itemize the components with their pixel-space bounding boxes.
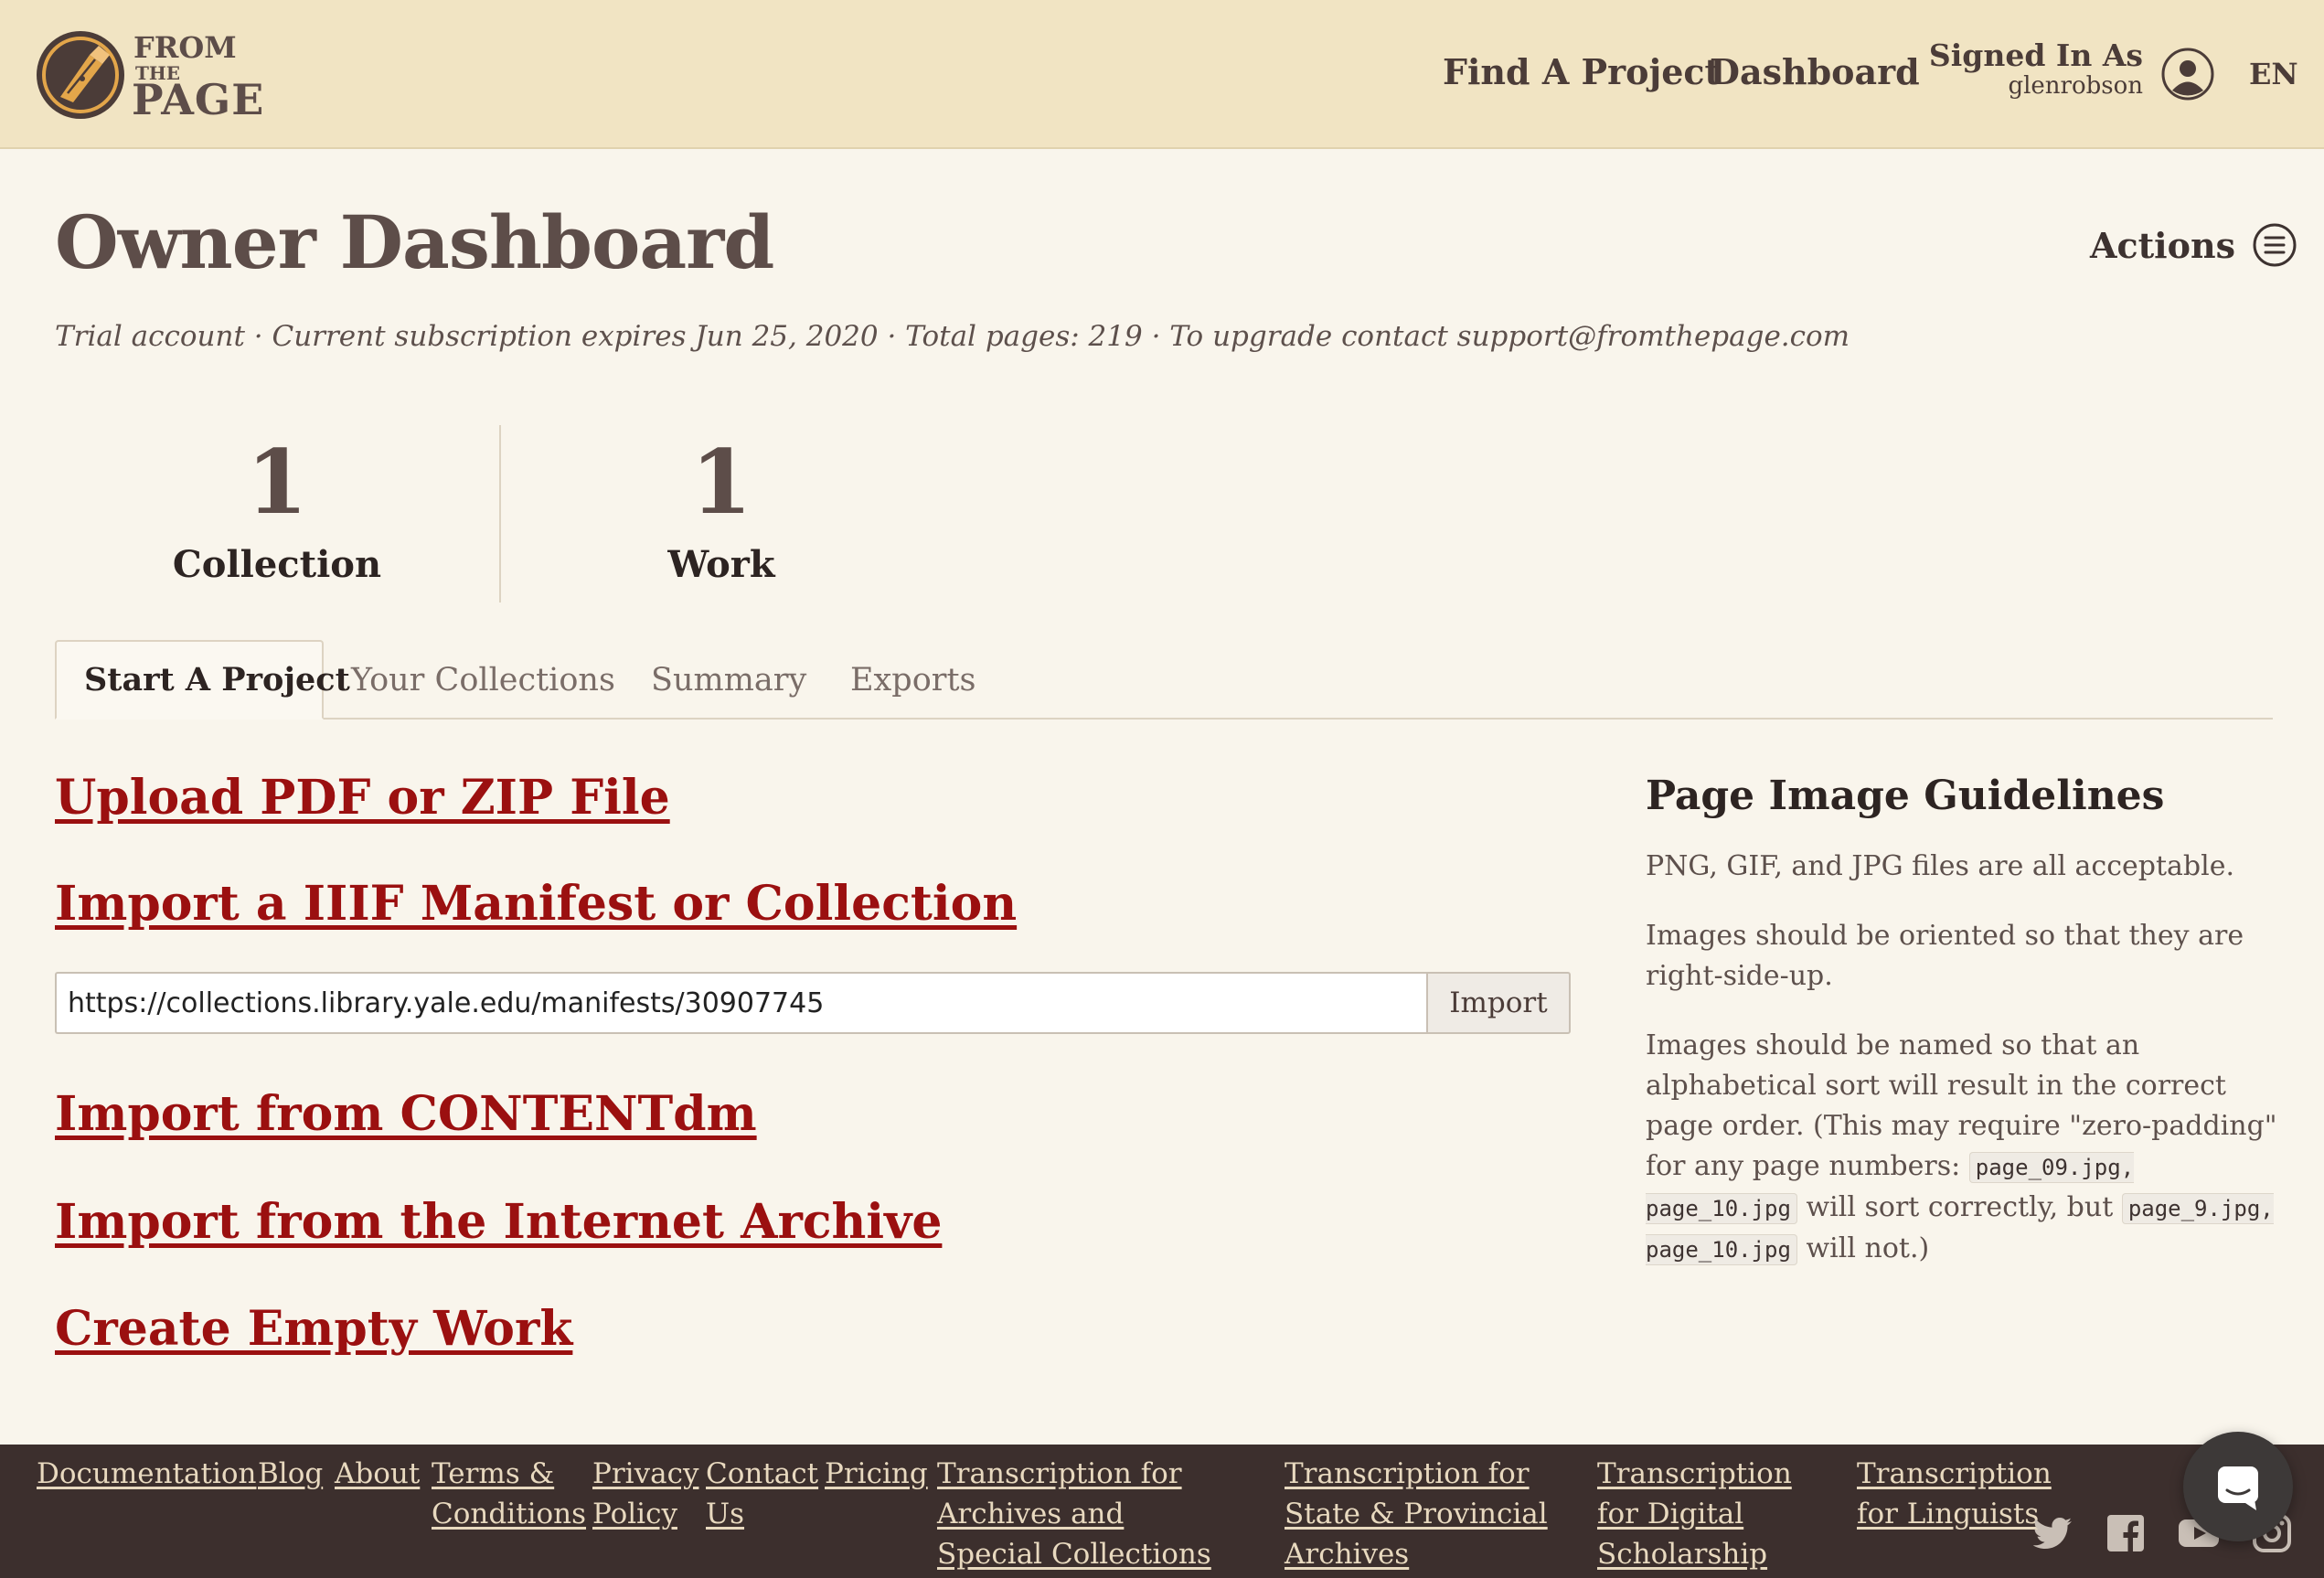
iiif-url-input[interactable] xyxy=(55,972,1426,1034)
create-empty-work-link[interactable]: Create Empty Work xyxy=(55,1301,572,1357)
guidelines-naming-text-2: will sort correctly, but xyxy=(1806,1191,2114,1223)
upload-pdf-zip-link[interactable]: Upload PDF or ZIP File xyxy=(55,770,670,826)
subscription-info: Trial account · Current subscription exp… xyxy=(55,320,1850,353)
nav-dashboard[interactable]: Dashboard xyxy=(1710,51,1920,92)
twitter-icon[interactable] xyxy=(2030,1510,2075,1556)
iiif-import-form: Import xyxy=(55,972,1571,1034)
pen-nib-logo-icon xyxy=(37,31,124,119)
stat-value: 1 xyxy=(246,431,308,534)
page-image-guidelines: Page Image Guidelines PNG, GIF, and JPG … xyxy=(1646,773,2286,1299)
chat-bubble-icon xyxy=(2218,1466,2258,1510)
language-selector[interactable]: EN xyxy=(2249,57,2298,91)
footer-about-link[interactable]: About xyxy=(335,1454,420,1494)
hamburger-circle-icon xyxy=(2253,223,2297,267)
import-internet-archive-link[interactable]: Import from the Internet Archive xyxy=(55,1194,942,1250)
footer-blog-link[interactable]: Blog xyxy=(258,1454,323,1494)
footer-archives-link[interactable]: Transcription for Archives and Special C… xyxy=(937,1454,1230,1574)
actions-menu-button[interactable]: Actions xyxy=(2090,219,2297,271)
stat-works: 1 Work xyxy=(499,431,943,587)
site-footer: Documentation Blog About Terms & Conditi… xyxy=(0,1445,2324,1578)
import-button[interactable]: Import xyxy=(1426,972,1571,1034)
guidelines-title: Page Image Guidelines xyxy=(1646,773,2165,819)
footer-state-archives-link[interactable]: Transcription for State & Provincial Arc… xyxy=(1285,1454,1586,1574)
stat-value: 1 xyxy=(690,431,752,534)
tab-your-collections[interactable]: Your Collections xyxy=(324,640,643,720)
site-logo[interactable]: FROM THE PAGE xyxy=(35,27,291,124)
page-title: Owner Dashboard xyxy=(55,199,774,285)
guidelines-naming-text: Images should be named so that an alphab… xyxy=(1646,1029,2277,1182)
signed-in-info[interactable]: Signed In As glenrobson xyxy=(1929,38,2143,100)
footer-privacy-link[interactable]: Privacy Policy xyxy=(592,1454,698,1534)
footer-terms-link[interactable]: Terms & Conditions xyxy=(432,1454,586,1534)
chat-launcher-button[interactable] xyxy=(2183,1432,2293,1541)
import-contentdm-link[interactable]: Import from CONTENTdm xyxy=(55,1086,757,1142)
stat-label: Work xyxy=(667,543,775,586)
logo-from: FROM xyxy=(133,30,237,65)
stat-collections: 1 Collection xyxy=(55,431,499,587)
guidelines-naming: Images should be named so that an alphab… xyxy=(1646,1026,2286,1270)
stat-label: Collection xyxy=(172,543,382,586)
footer-pricing-link[interactable]: Pricing xyxy=(825,1454,928,1494)
import-iiif-link[interactable]: Import a IIIF Manifest or Collection xyxy=(55,876,1017,932)
footer-documentation-link[interactable]: Documentation xyxy=(37,1454,257,1494)
signed-in-label: Signed In As xyxy=(1928,37,2143,73)
footer-contact-link[interactable]: Contact Us xyxy=(706,1454,818,1534)
guidelines-naming-text-3: will not.) xyxy=(1806,1232,1930,1264)
nav-find-project[interactable]: Find A Project xyxy=(1443,51,1721,92)
footer-digital-scholarship-link[interactable]: Transcription for Digital Scholarship xyxy=(1597,1454,1835,1574)
site-header: FROM THE PAGE Find A Project Dashboard S… xyxy=(0,0,2324,149)
tab-summary[interactable]: Summary xyxy=(624,640,834,720)
guidelines-formats: PNG, GIF, and JPG files are all acceptab… xyxy=(1646,850,2234,882)
tab-start-a-project[interactable]: Start A Project xyxy=(55,640,350,720)
signed-in-username: glenrobson xyxy=(2008,71,2143,100)
user-avatar-icon[interactable] xyxy=(2161,48,2214,101)
actions-label: Actions xyxy=(2090,224,2235,266)
facebook-icon[interactable] xyxy=(2103,1510,2148,1556)
guidelines-orientation: Images should be oriented so that they a… xyxy=(1646,920,2244,992)
footer-linguists-link[interactable]: Transcription for Linguists xyxy=(1857,1454,2052,1534)
logo-page: PAGE xyxy=(132,75,265,124)
tab-exports[interactable]: Exports xyxy=(823,640,1004,720)
